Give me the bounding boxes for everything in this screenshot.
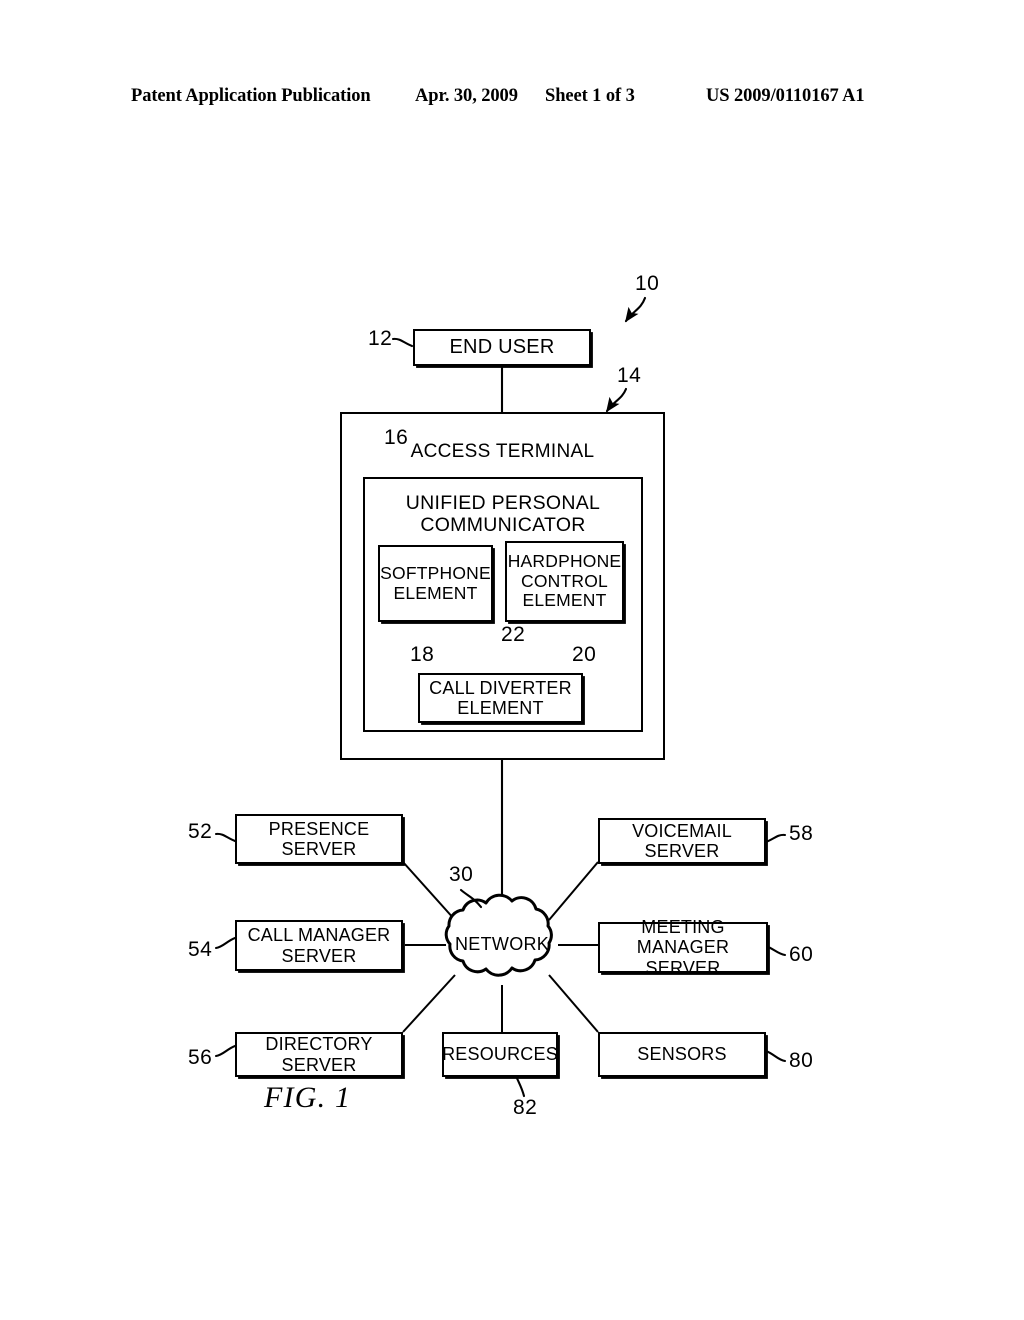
node-hardphone-control-element-label-line3: ELEMENT	[522, 590, 607, 611]
ref-numeral-56: 56	[188, 1046, 213, 1069]
ref-numeral-30: 30	[449, 863, 474, 886]
node-hardphone-control-element-label-line2: CONTROL	[521, 570, 608, 591]
node-softphone-element-label-line2: ELEMENT	[393, 582, 478, 603]
ref-numeral-18: 18	[410, 643, 435, 666]
leader-voicemail-58	[764, 833, 787, 844]
ref-numeral-52: 52	[188, 820, 213, 843]
ref-numeral-80: 80	[789, 1049, 814, 1072]
node-call-diverter-element-label-line2: ELEMENT	[457, 698, 544, 718]
ref-numeral-60: 60	[789, 943, 814, 966]
node-upc-label-line2: COMMUNICATOR	[420, 514, 586, 536]
node-presence-server-label-line2: SERVER	[281, 839, 357, 859]
line-network-to-sensors	[548, 974, 599, 1033]
ref-numeral-82: 82	[513, 1096, 538, 1119]
node-end-user[interactable]: END USER	[413, 329, 591, 366]
line-network-to-directory-server	[402, 974, 456, 1033]
leader-meeting-manager-60	[764, 944, 787, 957]
node-resources-label: RESOURCES	[442, 1044, 558, 1065]
leader-system-10	[624, 296, 647, 323]
leader-call-manager-54	[214, 936, 237, 950]
leader-access-terminal-14	[605, 387, 628, 413]
node-presence-server-label-line1: PRESENCE	[268, 818, 370, 839]
ref-numeral-22: 22	[501, 623, 526, 646]
node-hardphone-control-element[interactable]: HARDPHONE CONTROL ELEMENT	[505, 541, 624, 622]
ref-numeral-54: 54	[188, 938, 213, 961]
ref-numeral-12: 12	[368, 327, 393, 350]
node-meeting-manager-server[interactable]: MEETING MANAGER SERVER	[598, 917, 768, 978]
node-meeting-manager-server-label-line1: MEETING MANAGER	[636, 917, 730, 958]
figure-caption: FIG. 1	[264, 1081, 352, 1114]
node-call-manager-server-label-line2: SERVER	[281, 945, 357, 966]
leader-resources-82	[514, 1074, 526, 1098]
ref-numeral-14: 14	[617, 364, 642, 387]
node-meeting-manager-server-label-line2: SERVER	[645, 957, 721, 978]
leader-directory-56	[214, 1044, 237, 1058]
node-hardphone-control-element-label-line1: HARDPHONE	[507, 551, 622, 572]
node-directory-server[interactable]: DIRECTORY SERVER	[235, 1032, 403, 1077]
node-voicemail-server[interactable]: VOICEMAIL SERVER	[598, 818, 766, 864]
node-directory-server-label: DIRECTORY SERVER	[265, 1034, 373, 1075]
node-network-label: NETWORK	[455, 934, 550, 954]
ref-numeral-16: 16	[384, 426, 409, 449]
node-softphone-element[interactable]: SOFTPHONE ELEMENT	[378, 545, 493, 622]
node-resources[interactable]: RESOURCES	[442, 1032, 558, 1077]
ref-numeral-58: 58	[789, 822, 814, 845]
node-voicemail-server-label: VOICEMAIL SERVER	[632, 820, 732, 861]
node-call-manager-server[interactable]: CALL MANAGER SERVER	[235, 920, 403, 971]
node-call-diverter-element[interactable]: CALL DIVERTER ELEMENT	[418, 673, 583, 723]
leader-presence-52	[214, 832, 237, 843]
node-presence-server[interactable]: PRESENCE SERVER	[235, 814, 403, 864]
ref-numeral-10: 10	[635, 272, 660, 295]
ref-numeral-20: 20	[572, 643, 597, 666]
node-softphone-element-label-line1: SOFTPHONE	[380, 562, 491, 583]
leader-end-user-12	[391, 337, 414, 348]
line-network-to-presence-server	[402, 861, 456, 921]
node-end-user-label: END USER	[449, 336, 555, 359]
node-sensors-label: SENSORS	[637, 1044, 727, 1065]
patent-figure-1: END USER ACCESS TERMINAL UNIFIED PERSONA…	[0, 0, 1024, 1320]
node-sensors[interactable]: SENSORS	[598, 1032, 766, 1077]
node-call-diverter-element-label-line1: CALL DIVERTER	[429, 677, 572, 698]
leader-sensors-80	[764, 1049, 787, 1063]
node-upc-label-line1: UNIFIED PERSONAL	[405, 492, 601, 514]
line-network-to-voicemail-server	[548, 861, 599, 921]
node-call-manager-server-label-line1: CALL MANAGER	[247, 925, 391, 946]
